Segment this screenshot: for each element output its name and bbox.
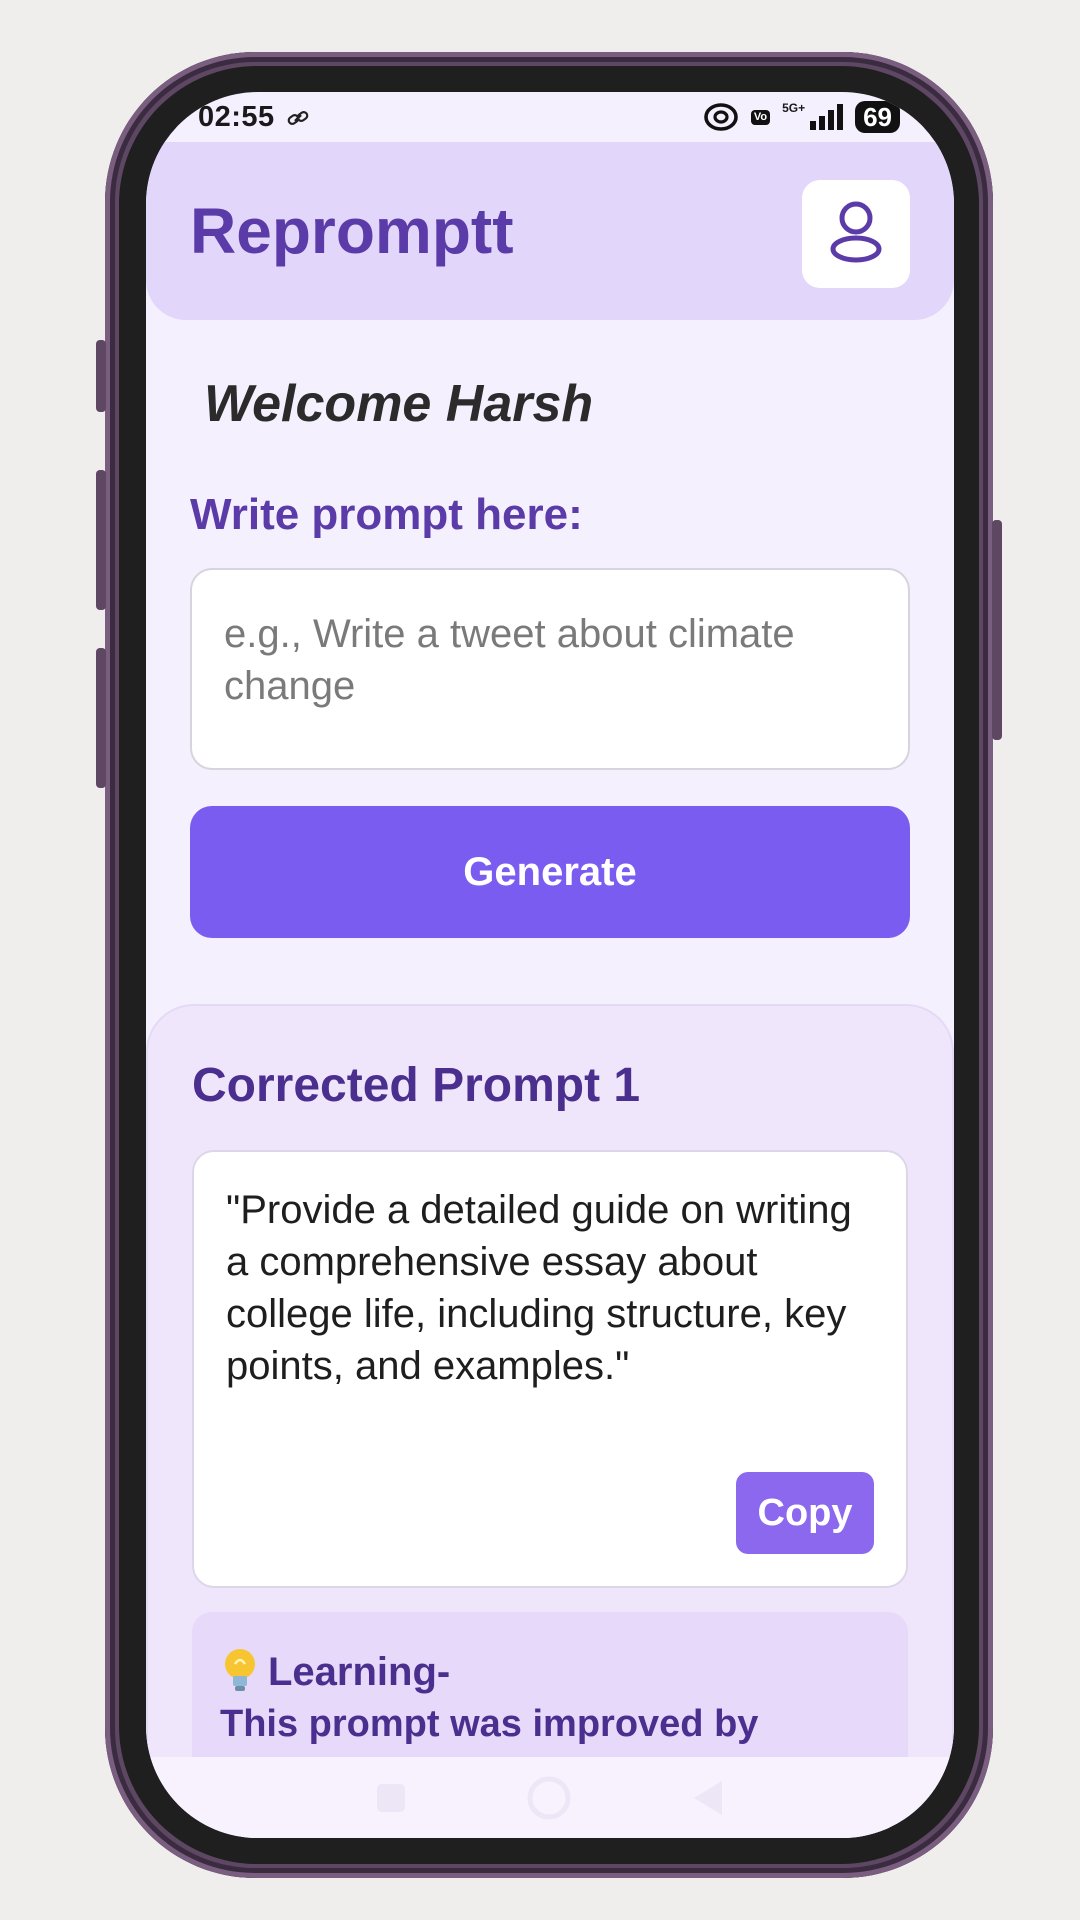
system-nav-bar [146, 1757, 954, 1838]
threads-icon [703, 102, 739, 132]
signal-icon [809, 103, 844, 131]
learning-header: Learning- [218, 1646, 450, 1699]
back-icon[interactable] [690, 1778, 726, 1818]
recents-icon[interactable] [374, 1781, 408, 1815]
user-icon [829, 201, 883, 268]
prompt-input[interactable] [190, 568, 910, 770]
corrected-prompt-text: "Provide a detailed guide on writing a c… [226, 1188, 852, 1388]
status-bar: 02:55 Vo 5G+ 69 [146, 92, 954, 142]
volume-up-button [96, 470, 106, 610]
battery-level: 69 [855, 101, 900, 133]
corrected-prompt-title: Corrected Prompt 1 [192, 1059, 641, 1112]
volte-badge: Vo [750, 109, 771, 125]
copy-button[interactable]: Copy [736, 1472, 874, 1554]
network-type: 5G+ [782, 101, 806, 115]
lightbulb-icon [218, 1646, 262, 1699]
profile-button[interactable] [802, 180, 910, 288]
status-time: 02:55 [198, 100, 275, 133]
welcome-heading: Welcome Harsh [204, 375, 594, 433]
side-button [96, 340, 106, 412]
app-title: Repromptt [190, 195, 514, 267]
app-header: Repromptt [146, 142, 954, 320]
power-button [992, 520, 1002, 740]
volume-down-button [96, 648, 106, 788]
learning-title: Learning- [268, 1650, 451, 1694]
prompt-label: Write prompt here: [190, 490, 583, 539]
link-icon [287, 101, 309, 134]
home-icon[interactable] [526, 1775, 572, 1821]
phone-screen: 02:55 Vo 5G+ 69 Repromptt Welcome Harsh … [146, 92, 954, 1838]
generate-button[interactable]: Generate [190, 806, 910, 938]
